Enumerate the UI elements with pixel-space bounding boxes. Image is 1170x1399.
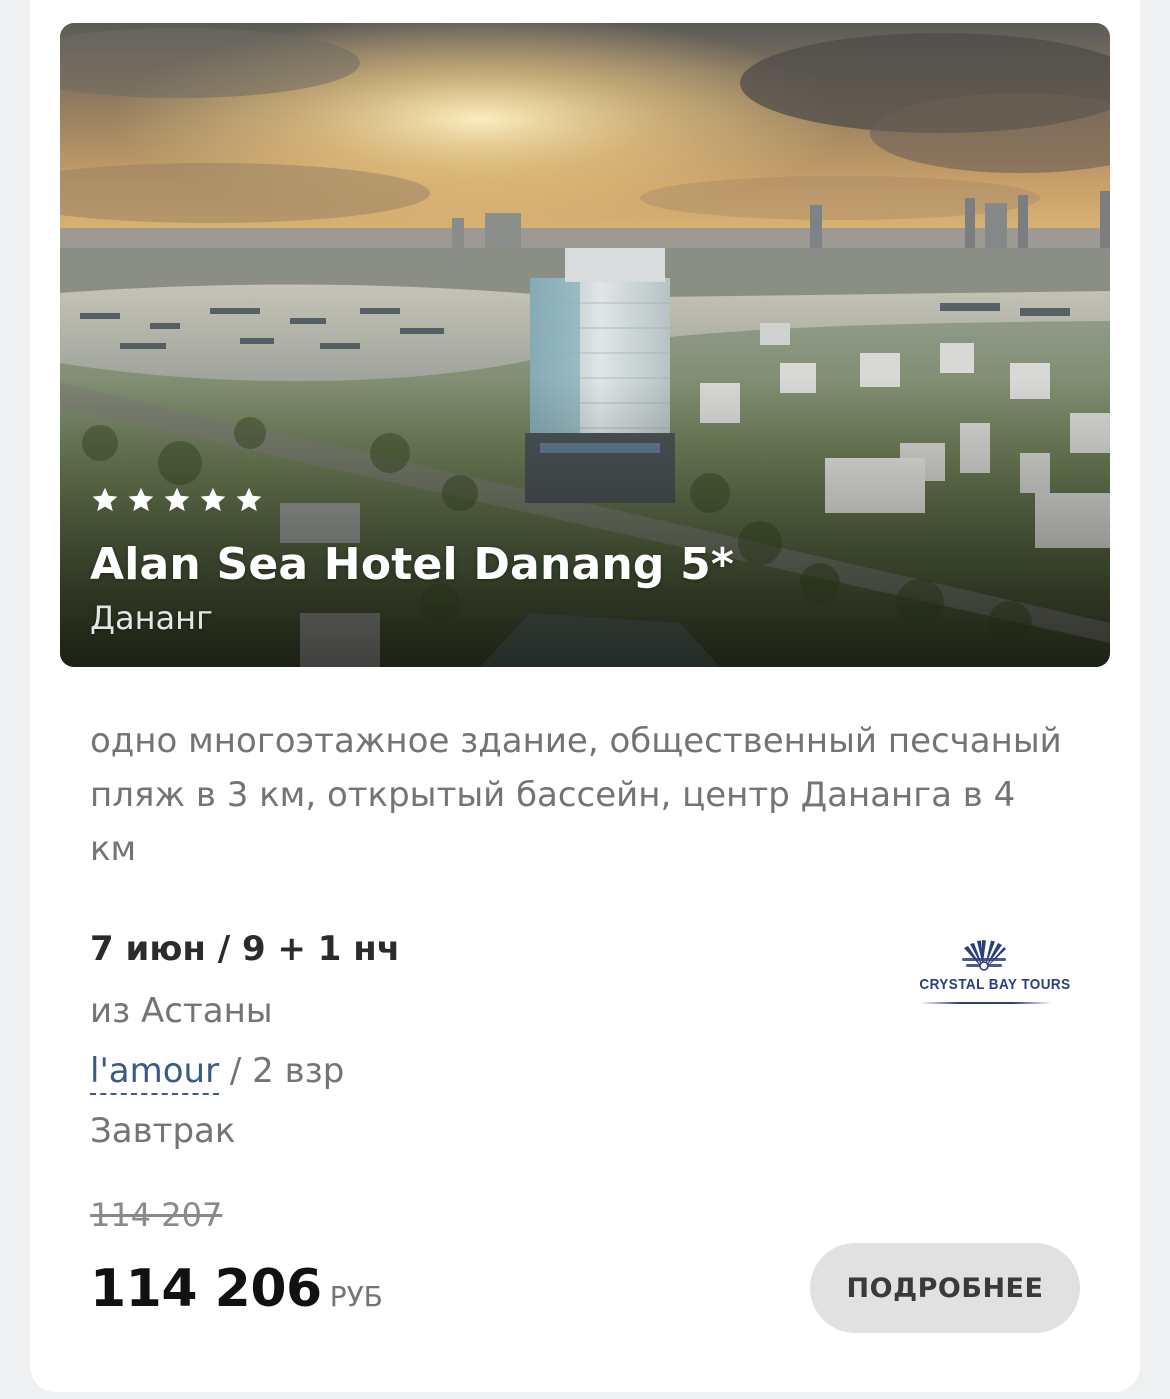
current-price: 114 206 [90,1259,322,1319]
hotel-name[interactable]: Alan Sea Hotel Danang 5* [90,537,734,593]
meal-plan: Завтрак [90,1111,236,1151]
tour-operator-logo: CRYSTAL BAY TOURS [912,932,1071,1010]
room-separator: / [219,1051,253,1091]
price-row: 114 206 РУБ [90,1258,383,1320]
guests-count: 2 взр [252,1051,345,1091]
star-icon [128,487,154,512]
old-price: 114 207 [90,1196,223,1234]
star-icon [92,487,118,512]
star-icon [164,487,190,512]
room-type-link[interactable]: l'amour [90,1051,220,1095]
hotel-city: Дананг [90,599,213,637]
tour-dates: 7 июн / 9 + 1 нч [90,929,401,969]
price-currency: РУБ [329,1280,383,1313]
room-info: l'amour / 2 взр [90,1048,345,1095]
hotel-rating [90,485,264,515]
star-icon [200,487,226,512]
hotel-photo[interactable]: Alan Sea Hotel Danang 5* Дананг [60,23,1110,667]
star-icon [236,487,262,512]
tour-operator-name: CRYSTAL BAY TOURS [919,976,1071,993]
operator-underline [920,1002,1052,1004]
hotel-description: одно многоэтажное здание, общественный п… [90,721,1062,869]
crystal-bay-fan-icon [962,940,1006,971]
departure-city: из Астаны [90,991,273,1031]
details-button[interactable]: ПОДРОБНЕЕ [810,1243,1080,1333]
